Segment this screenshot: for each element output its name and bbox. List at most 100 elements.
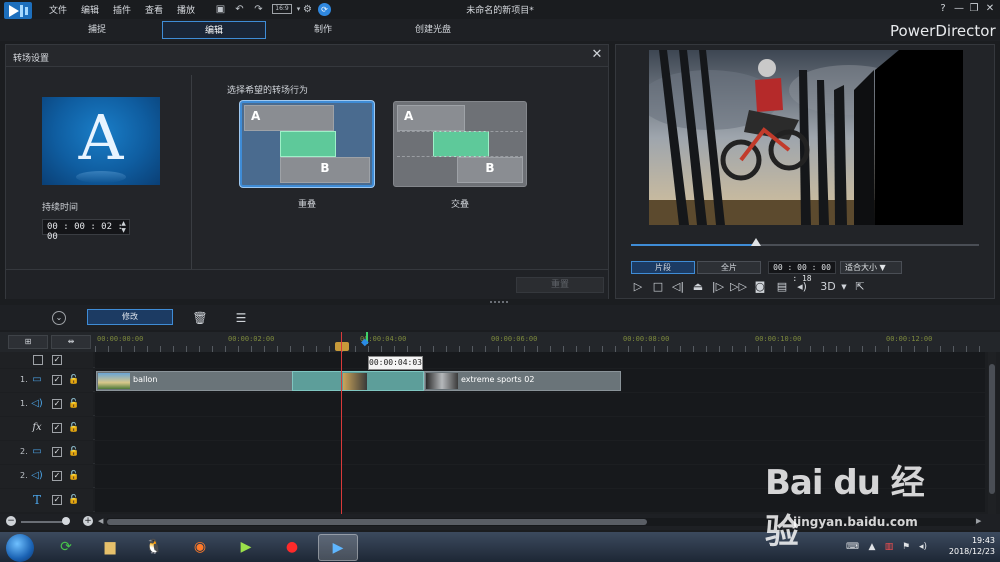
subtitle-icon[interactable]: ▤	[774, 279, 790, 295]
scroll-left-icon[interactable]: ◀	[98, 517, 103, 525]
duration-stepper[interactable]: ▲ ▼	[118, 220, 129, 234]
zoom-out-icon[interactable]: −	[6, 516, 16, 526]
update-icon[interactable]: ⟳	[318, 3, 331, 16]
redo-icon[interactable]: ↷	[252, 3, 265, 16]
track-enable-checkbox[interactable]: ✓	[52, 375, 62, 385]
timeline-vertical-scrollbar[interactable]	[988, 352, 996, 518]
track-area[interactable]	[95, 417, 985, 440]
track-enable-checkbox[interactable]: ✓	[52, 355, 62, 365]
track-row-master: ✓	[0, 352, 985, 368]
lock-icon[interactable]: 🔓	[68, 445, 80, 459]
restore-button[interactable]: ❐	[967, 2, 981, 16]
duration-label: 持续时间	[42, 203, 79, 213]
scrollbar-thumb[interactable]	[989, 364, 995, 494]
zoom-in-icon[interactable]: +	[83, 516, 93, 526]
preview-panel: 片段 全片 00 : 00 : 00 : 18 适合大小 ▼ ▷ □ ◁| ⏏ …	[615, 44, 995, 299]
tab-clip-mode[interactable]: 片段	[631, 261, 695, 274]
tab-movie-mode[interactable]: 全片	[697, 261, 761, 274]
tab-capture[interactable]: 捕捉	[45, 21, 149, 39]
preview-scrubber[interactable]	[631, 244, 979, 246]
mark-icon[interactable]: ⏏	[690, 279, 706, 295]
clip-thumbnail	[98, 373, 130, 389]
file-explorer-icon[interactable]: ▆	[90, 534, 130, 561]
option-cross-label: 交叠	[450, 200, 469, 210]
track-enable-checkbox[interactable]: ✓	[52, 423, 62, 433]
scrollbar-thumb[interactable]	[107, 519, 647, 525]
trash-icon[interactable]: 🗑	[191, 309, 209, 327]
menu-plugins[interactable]: 插件	[113, 3, 131, 16]
track-enable-checkbox[interactable]: ✓	[52, 471, 62, 481]
fit-dropdown[interactable]: 适合大小 ▼	[840, 261, 902, 274]
chevron-down-icon[interactable]: ▼	[836, 279, 852, 295]
track-enable-checkbox[interactable]: ✓	[52, 399, 62, 409]
save-icon[interactable]: ▣	[214, 3, 227, 16]
preview-video[interactable]	[649, 50, 963, 225]
modify-button[interactable]: 修改	[87, 309, 173, 325]
track-area[interactable]	[95, 393, 985, 416]
settings-icon[interactable]: ⚙	[301, 3, 314, 16]
track-manager-button[interactable]: ⊞	[8, 335, 48, 349]
firefox-icon[interactable]: ◉	[180, 534, 220, 561]
help-icon[interactable]: ?	[936, 2, 950, 16]
zoom-slider-knob[interactable]	[62, 517, 70, 525]
duration-field[interactable]: 00 : 00 : 02 : 00 ▲ ▼	[42, 219, 130, 242]
snapshot-icon[interactable]: ◙	[752, 279, 768, 295]
track-enable-checkbox[interactable]: ✓	[52, 447, 62, 457]
option-overlap[interactable]: A B	[240, 101, 374, 187]
reset-button[interactable]: 重置	[516, 277, 604, 293]
close-icon[interactable]: ✕	[589, 47, 605, 63]
tab-create-disc[interactable]: 创建光盘	[381, 21, 485, 39]
in-point-marker[interactable]	[335, 342, 349, 351]
menu-playback[interactable]: 播放	[177, 3, 195, 16]
lock-icon[interactable]: 🔓	[68, 397, 80, 411]
lock-icon[interactable]: 🔓	[68, 469, 80, 483]
more-tools-icon[interactable]: ☰	[232, 309, 250, 327]
media-app-icon[interactable]: ▶	[226, 534, 266, 561]
prev-frame-icon[interactable]: ◁|	[670, 279, 686, 295]
browser-360-icon[interactable]: ⟳	[46, 534, 86, 561]
scroll-right-icon[interactable]: ▶	[976, 517, 981, 525]
lock-icon[interactable]: 🔓	[68, 421, 80, 435]
aspect-ratio-icon[interactable]: 16:9	[272, 4, 292, 14]
track-area[interactable]: ballon extreme sports 02	[95, 369, 985, 392]
fit-timeline-button[interactable]: ⇹	[51, 335, 91, 349]
undock-icon[interactable]: ⇱	[852, 279, 868, 295]
timeline-ruler[interactable]: 00:00:00:00 00:00:02:00 00:00:04:00 00:0…	[95, 332, 985, 352]
qq-icon[interactable]: 🐧	[134, 534, 174, 561]
menu-edit[interactable]: 编辑	[81, 3, 99, 16]
menu-view[interactable]: 查看	[145, 3, 163, 16]
preview-timecode[interactable]: 00 : 00 : 00 : 18	[768, 261, 836, 283]
lock-icon[interactable]: 🔓	[68, 493, 80, 507]
track-view-toggle[interactable]	[33, 355, 43, 365]
option-cross[interactable]: A B	[393, 101, 527, 187]
preview-frame-image	[649, 50, 963, 225]
close-button[interactable]: ✕	[983, 2, 997, 16]
powerdirector-taskbar-icon[interactable]: ▶	[318, 534, 358, 561]
transition-thumbnail: A	[42, 97, 160, 185]
audio-track-icon: ◁)	[31, 470, 43, 481]
undo-icon[interactable]: ↶	[233, 3, 246, 16]
minimize-button[interactable]: —	[952, 2, 966, 16]
tab-edit[interactable]: 编辑	[162, 21, 266, 39]
recorder-icon[interactable]: ●	[272, 534, 312, 561]
play-icon[interactable]: ▷	[630, 279, 646, 295]
duration-value[interactable]: 00 : 00 : 02 : 00	[47, 222, 129, 242]
track-enable-checkbox[interactable]: ✓	[52, 495, 62, 505]
playhead-line[interactable]	[341, 332, 342, 518]
window-title: 未命名的新项目*	[466, 6, 534, 16]
tab-produce[interactable]: 制作	[271, 21, 375, 39]
lock-icon[interactable]: 🔓	[68, 373, 80, 387]
playhead-handle-icon[interactable]: ◆	[361, 338, 371, 348]
scrubber-handle[interactable]	[751, 238, 762, 246]
start-button[interactable]	[6, 534, 34, 562]
clip-extreme-sports[interactable]: extreme sports 02	[424, 371, 621, 391]
menu-file[interactable]: 文件	[49, 3, 67, 16]
chevron-down-icon[interactable]: ⌄	[52, 311, 66, 325]
track-area[interactable]	[95, 352, 985, 368]
transition-clip[interactable]	[292, 371, 424, 391]
volume-icon[interactable]: ◂)	[794, 279, 810, 295]
stop-icon[interactable]: □	[650, 279, 666, 295]
clip-name: ballon	[133, 375, 158, 384]
fast-forward-icon[interactable]: ▷▷	[730, 279, 747, 295]
next-frame-icon[interactable]: |▷	[710, 279, 726, 295]
